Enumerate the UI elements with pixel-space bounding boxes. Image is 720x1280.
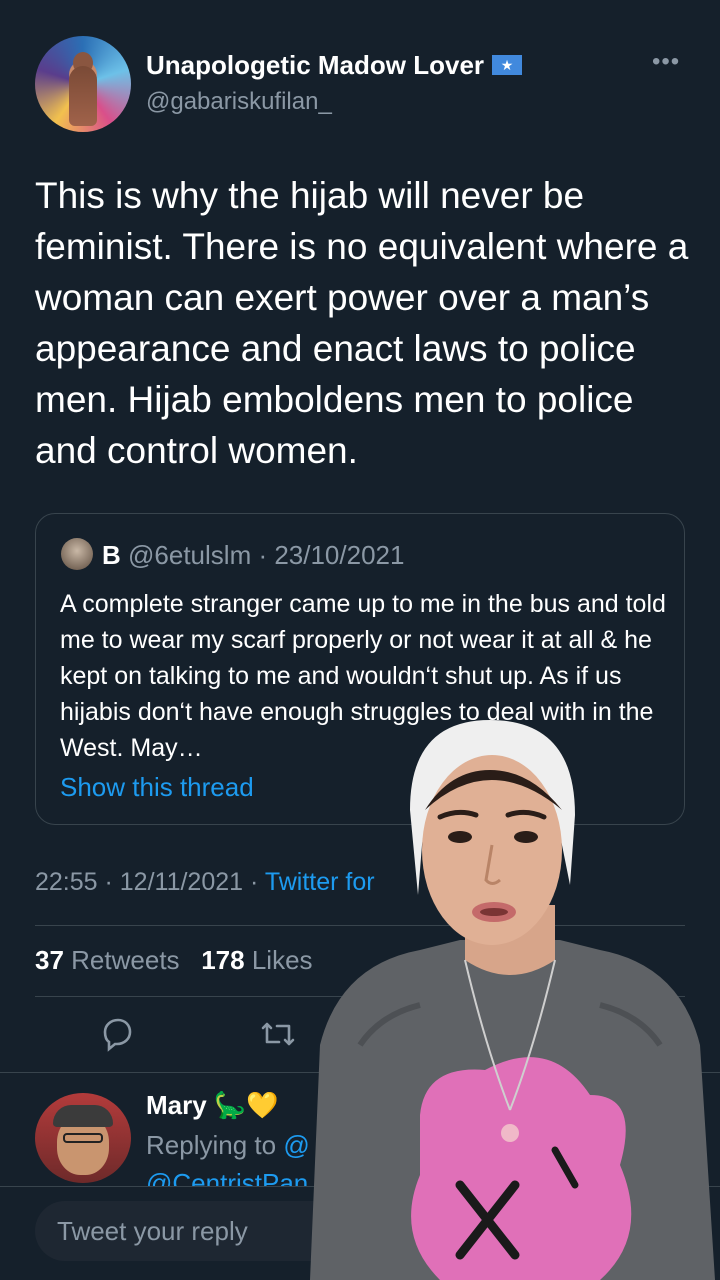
author-handle[interactable]: @gabariskufilan_	[146, 88, 332, 116]
tweet-text: This is why the hijab will never be femi…	[35, 175, 689, 471]
video-overlay-person	[310, 720, 715, 1280]
more-options-icon[interactable]: •••	[652, 50, 686, 74]
author-display-name[interactable]: Unapologetic Madow Lover ★	[146, 50, 523, 81]
likes-count[interactable]: 178	[201, 945, 244, 975]
reply-author-avatar[interactable]	[35, 1093, 131, 1183]
quoted-tweet-header: B @6etulslm · 23/10/2021	[102, 540, 404, 571]
quoted-author-avatar	[61, 538, 93, 570]
retweets-label[interactable]: Retweets	[71, 945, 179, 975]
retweet-icon[interactable]	[258, 1014, 298, 1054]
replying-to-prefix: Replying to	[146, 1130, 284, 1160]
somalia-flag-icon: ★	[492, 55, 523, 76]
quoted-author-name: B	[102, 540, 121, 570]
engagement-stats: 37 Retweets 178 Likes	[35, 945, 313, 976]
avatar-figure-body	[69, 66, 97, 126]
reply-icon[interactable]	[97, 1014, 137, 1054]
avatar-glasses	[63, 1133, 103, 1143]
avatar-cap	[53, 1105, 113, 1127]
show-thread-link[interactable]: Show this thread	[60, 772, 254, 803]
author-avatar[interactable]	[35, 36, 131, 132]
replying-to-line: Replying to @	[146, 1130, 310, 1161]
author-name-text: Unapologetic Madow Lover	[146, 50, 485, 80]
tweet-detail-page: Unapologetic Madow Lover ★ @gabariskufila…	[0, 0, 720, 1280]
tweet-time: 22:55 · 12/11/2021 ·	[35, 868, 265, 896]
reply-extra-mention[interactable]: @CentristPan	[146, 1168, 308, 1186]
retweets-count[interactable]: 37	[35, 945, 64, 975]
quoted-tweet-meta: @6etulslm · 23/10/2021	[128, 540, 405, 570]
reply-author-name[interactable]: Mary 🦕💛	[146, 1090, 279, 1121]
